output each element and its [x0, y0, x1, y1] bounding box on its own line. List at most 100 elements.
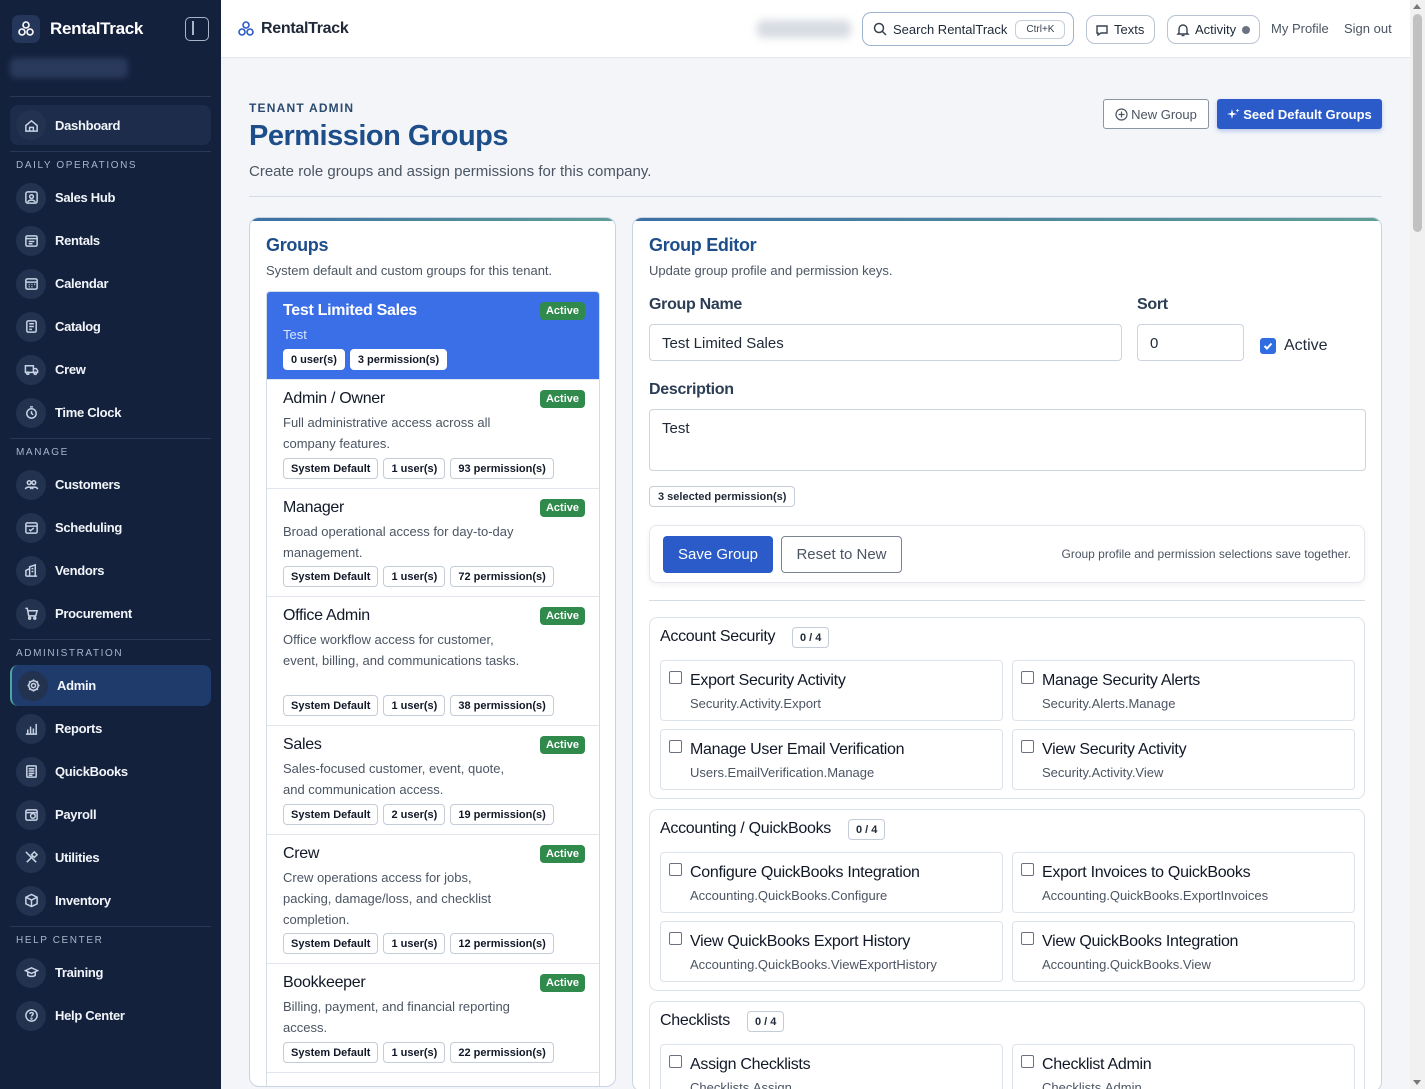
new-group-button[interactable]: New Group [1103, 99, 1209, 129]
permission-checkbox[interactable] [1021, 863, 1034, 876]
permission-name: Assign Checklists [690, 1056, 811, 1073]
sidebar-item-utilities[interactable]: Utilities [10, 837, 211, 878]
groups-list: Test Limited Sales Active Test 0 user(s) 3 p… [266, 291, 600, 1086]
group-description: Test [283, 327, 307, 342]
sidebar-item-payroll[interactable]: Payroll [10, 794, 211, 835]
save-group-button[interactable]: Save Group [663, 536, 773, 573]
permission-section-title: Checklists [660, 1012, 730, 1029]
scroll-up-icon[interactable] [1413, 4, 1421, 9]
seed-default-groups-button[interactable]: Seed Default Groups [1217, 99, 1382, 129]
sidebar-item-label: Calendar [55, 276, 109, 291]
sidebar-item-label: Admin [57, 678, 96, 693]
payroll-icon [16, 799, 46, 830]
group-item-admin-owner[interactable]: Admin / Owner Active Full administrative a… [267, 380, 599, 489]
rentals-icon [16, 225, 46, 256]
permission-item-checklist-admin[interactable]: Checklist Admin Checklists.Admin [1012, 1044, 1355, 1089]
sidebar-item-inventory[interactable]: Inventory [10, 880, 211, 921]
sort-input[interactable]: 0 [1137, 324, 1244, 361]
sidebar-item-reports[interactable]: Reports [10, 708, 211, 749]
permission-item-view-security-activity[interactable]: View Security Activity Security.Activity.… [1012, 729, 1355, 790]
sidebar-section-manage: MANAGE [16, 447, 69, 458]
topbar-brand[interactable]: RentalTrack [237, 19, 349, 38]
sidebar-item-customers[interactable]: Customers [10, 464, 211, 505]
sidebar: RentalTrack Dashboard DAILY OPERATIONS Sa… [0, 0, 221, 1089]
search-button[interactable]: Search RentalTrack Ctrl+K [862, 12, 1074, 46]
sidebar-item-time-clock[interactable]: Time Clock [10, 392, 211, 433]
group-item-manager[interactable]: Manager Active Broad operational access fo… [267, 489, 599, 597]
page-scrollbar[interactable] [1410, 0, 1425, 1089]
permission-checkbox[interactable] [669, 740, 682, 753]
permission-item-configure-quickbooks-integration[interactable]: Configure QuickBooks Integration Accounti… [660, 852, 1003, 913]
sidebar-item-label: Dashboard [55, 117, 121, 133]
permission-section-title: Account Security [660, 628, 776, 645]
reset-to-new-button[interactable]: Reset to New [781, 536, 902, 573]
sidebar-item-help-center[interactable]: Help Center [10, 995, 211, 1036]
group-item-sales[interactable]: Sales Active Sales-focused customer, event… [267, 726, 599, 835]
group-item-bookkeeper[interactable]: Bookkeeper Active Billing, payment, and fi… [267, 964, 599, 1073]
crew-icon [16, 354, 46, 385]
permission-item-export-security-activity[interactable]: Export Security Activity Security.Activit… [660, 660, 1003, 721]
sidebar-item-dashboard[interactable]: Dashboard [10, 105, 211, 145]
group-name: Crew [283, 845, 320, 862]
group-name-input[interactable]: Test Limited Sales [649, 324, 1122, 361]
sidebar-item-quickbooks[interactable]: QuickBooks [10, 751, 211, 792]
sidebar-brand: RentalTrack [0, 0, 221, 58]
sidebar-item-catalog[interactable]: Catalog [10, 306, 211, 347]
group-pills: System Default 1 user(s) 38 permission(s) [283, 695, 554, 716]
sidebar-item-rentals[interactable]: Rentals [10, 220, 211, 261]
permission-checkbox[interactable] [1021, 1055, 1034, 1068]
permission-checkbox[interactable] [669, 932, 682, 945]
sidebar-item-scheduling[interactable]: Scheduling [10, 507, 211, 548]
home-icon [16, 110, 46, 140]
permission-item-manage-security-alerts[interactable]: Manage Security Alerts Security.Alerts.Ma… [1012, 660, 1355, 721]
sidebar-item-training[interactable]: Training [10, 952, 211, 993]
permission-key: Accounting.QuickBooks.ViewExportHistory [690, 957, 937, 972]
permission-item-manage-user-email-verification[interactable]: Manage User Email Verification Users.Emai… [660, 729, 1003, 790]
group-pills: System Default 1 user(s) 93 permission(s) [283, 458, 554, 479]
permission-checkbox[interactable] [669, 671, 682, 684]
scroll-thumb[interactable] [1413, 14, 1422, 232]
permission-key: Accounting.QuickBooks.ExportInvoices [1042, 888, 1269, 903]
permission-item-view-quickbooks-integration[interactable]: View QuickBooks Integration Accounting.Qu… [1012, 921, 1355, 982]
group-item-test-limited-sales[interactable]: Test Limited Sales Active Test 0 user(s) 3 p… [267, 292, 599, 380]
sidebar-item-sales-hub[interactable]: Sales Hub [10, 177, 211, 218]
permission-item-assign-checklists[interactable]: Assign Checklists Checklists.Assign [660, 1044, 1003, 1089]
permission-checkbox[interactable] [1021, 671, 1034, 684]
description-textarea[interactable]: Test [649, 409, 1366, 471]
group-pill: 22 permission(s) [450, 1042, 554, 1063]
permission-name: Checklist Admin [1042, 1056, 1152, 1073]
scroll-down-icon[interactable] [1413, 1080, 1421, 1085]
group-pills: System Default 1 user(s) 12 permission(s) [283, 933, 554, 954]
calendar-icon [16, 268, 46, 299]
active-checkbox[interactable] [1260, 338, 1276, 354]
sidebar-item-crew[interactable]: Crew [10, 349, 211, 390]
permission-checkbox[interactable] [669, 1055, 682, 1068]
permission-key: Users.EmailVerification.Manage [690, 765, 875, 780]
my-profile-link[interactable]: My Profile [1271, 21, 1329, 36]
sign-out-link[interactable]: Sign out [1344, 21, 1392, 36]
status-badge: Active [539, 390, 585, 408]
permission-checkbox[interactable] [1021, 740, 1034, 753]
sidebar-item-admin[interactable]: Admin [10, 665, 211, 706]
sidebar-item-label: Time Clock [55, 405, 122, 420]
texts-button[interactable]: Texts [1086, 15, 1155, 44]
permission-item-export-invoices-to-quickbooks[interactable]: Export Invoices to QuickBooks Accounting.… [1012, 852, 1355, 913]
sidebar-item-vendors[interactable]: Vendors [10, 550, 211, 591]
inventory-icon [16, 885, 46, 916]
divider [249, 196, 1382, 197]
utilities-icon [16, 842, 46, 873]
permission-item-view-quickbooks-export-history[interactable]: View QuickBooks Export History Accounting… [660, 921, 1003, 982]
permission-name: View QuickBooks Export History [690, 933, 911, 950]
sidebar-toggle-icon[interactable] [185, 17, 209, 41]
topbar-app-name: RentalTrack [261, 19, 349, 37]
active-label: Active [1284, 337, 1328, 354]
group-item-office-admin[interactable]: Office Admin Active Office workflow access… [267, 597, 599, 726]
sidebar-item-procurement[interactable]: Procurement [10, 593, 211, 634]
activity-button[interactable]: Activity [1167, 15, 1260, 44]
sidebar-item-label: Crew [55, 362, 86, 377]
sidebar-item-calendar[interactable]: Calendar [10, 263, 211, 304]
permission-checkbox[interactable] [669, 863, 682, 876]
group-item-crew[interactable]: Crew Active Crew operations access for job… [267, 835, 599, 964]
permission-checkbox[interactable] [1021, 932, 1034, 945]
sales-hub-icon [16, 182, 46, 213]
